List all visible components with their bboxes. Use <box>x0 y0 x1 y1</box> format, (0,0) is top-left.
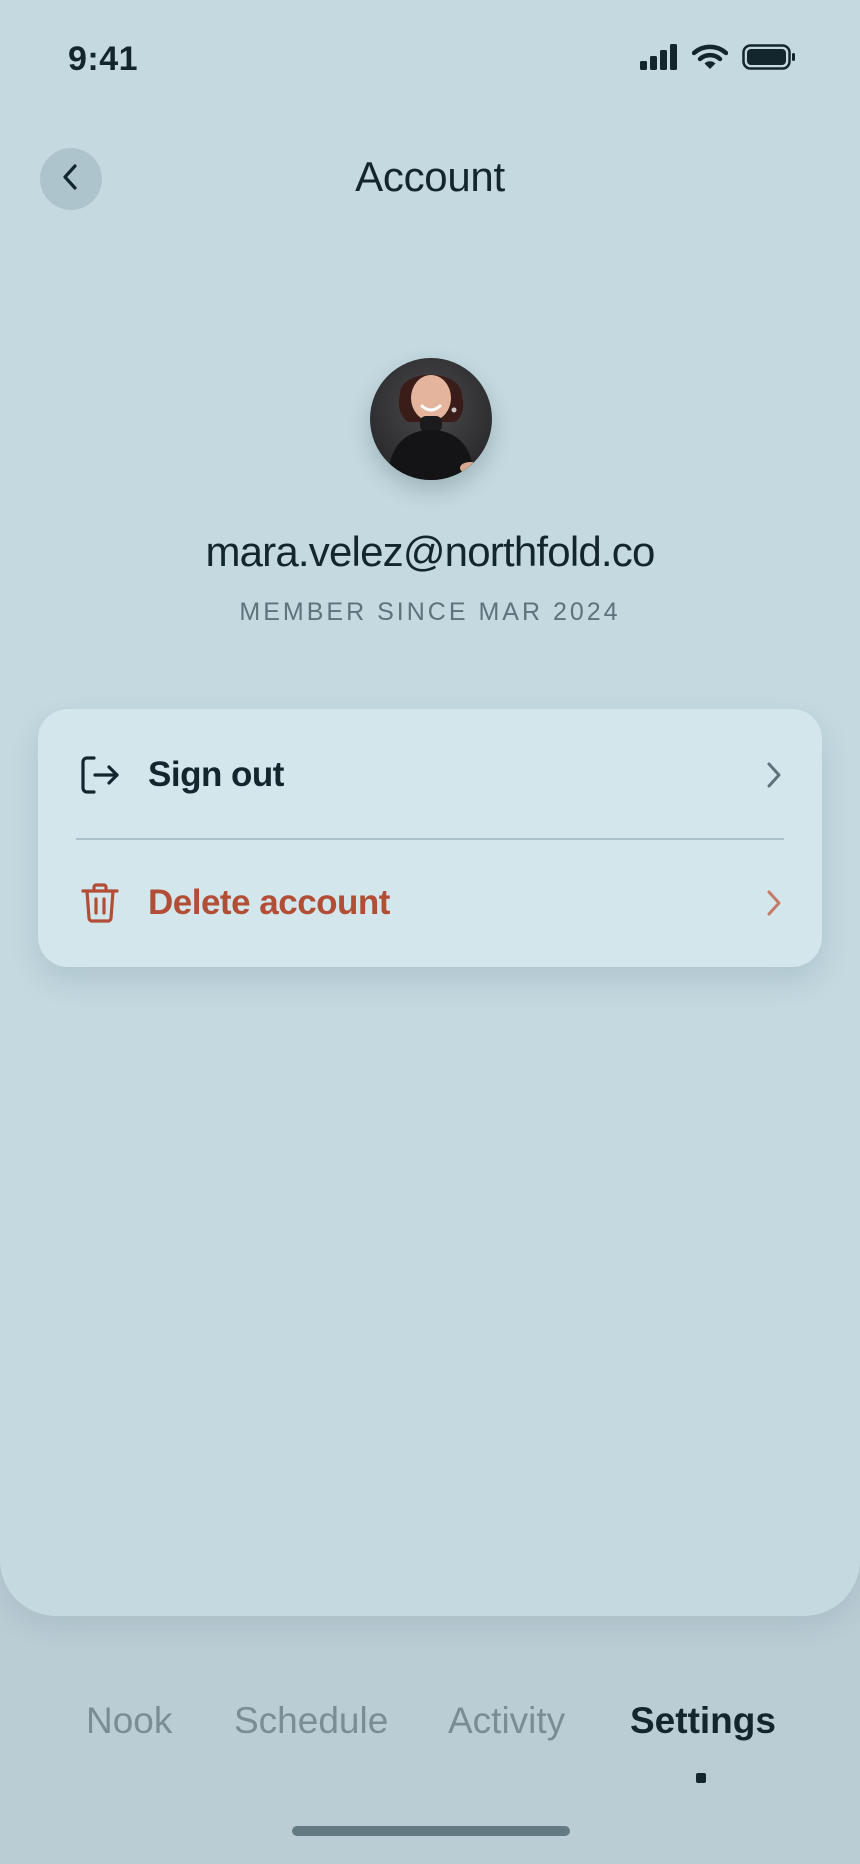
active-tab-indicator <box>696 1773 706 1783</box>
tab-settings[interactable]: Settings <box>630 1700 776 1742</box>
member-since-label: MEMBER SINCE MAR 2024 <box>239 598 621 626</box>
tab-bar: Nook Schedule Activity Settings <box>0 1700 860 1770</box>
avatar <box>370 358 492 480</box>
sign-out-icon <box>76 751 124 799</box>
tab-schedule[interactable]: Schedule <box>234 1700 388 1742</box>
page-title: Account <box>355 153 505 200</box>
chevron-right-icon <box>760 761 788 789</box>
cellular-signal-icon <box>640 44 678 70</box>
wifi-icon <box>692 44 728 70</box>
chevron-right-icon <box>760 889 788 917</box>
account-email: mara.velez@northfold.co <box>205 528 655 575</box>
delete-account-button[interactable]: Delete account <box>38 839 822 967</box>
tab-activity[interactable]: Activity <box>448 1700 565 1742</box>
account-screen: 9:41 Account mara.velez@northfold.co MEM… <box>0 0 860 1616</box>
status-icons <box>640 44 796 70</box>
sign-out-button[interactable]: Sign out <box>38 711 822 839</box>
sign-out-label: Sign out <box>148 755 284 794</box>
delete-account-label: Delete account <box>148 883 390 922</box>
trash-icon <box>76 879 124 927</box>
battery-icon <box>742 44 796 70</box>
tab-nook[interactable]: Nook <box>86 1700 172 1742</box>
status-time: 9:41 <box>68 40 139 78</box>
account-actions-card: Sign out Delete account <box>38 709 822 967</box>
home-indicator[interactable] <box>292 1826 570 1836</box>
